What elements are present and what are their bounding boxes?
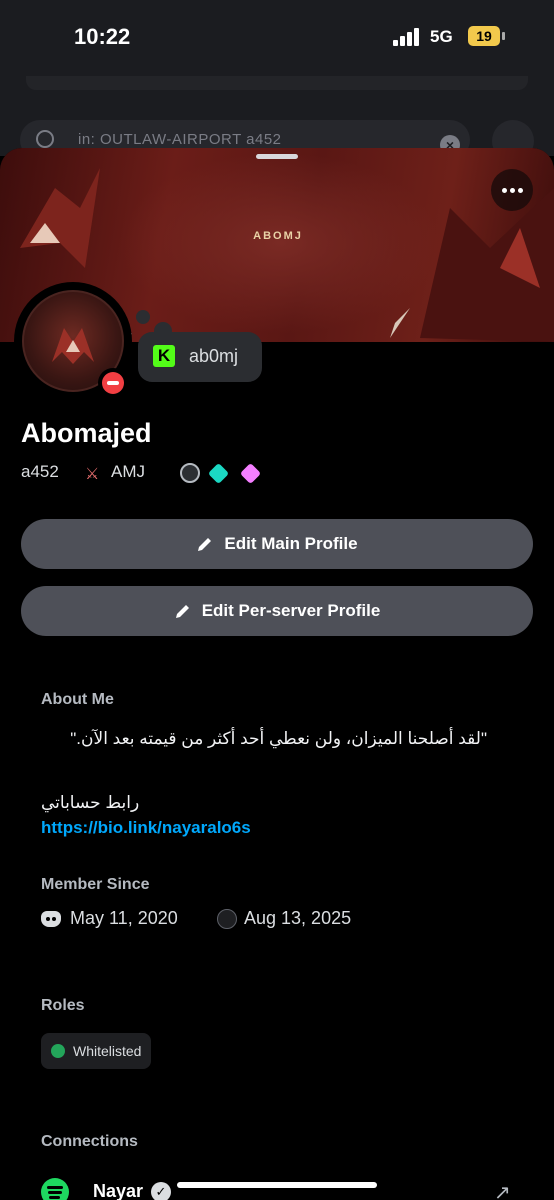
status-bar: 10:22 5G 19 bbox=[0, 0, 554, 76]
external-link-icon[interactable]: ↗ bbox=[494, 1180, 511, 1200]
username: a452 bbox=[21, 462, 59, 481]
nitro-icon[interactable] bbox=[180, 463, 200, 483]
spotify-icon bbox=[41, 1178, 69, 1200]
connection-name: Nayar bbox=[93, 1181, 144, 1200]
member-since-heading: Member Since bbox=[41, 876, 150, 893]
verified-icon: ✓ bbox=[151, 1182, 171, 1200]
edit-server-profile-label: Edit Per-server Profile bbox=[201, 601, 381, 620]
signal-icon bbox=[393, 28, 423, 46]
role-color-dot bbox=[51, 1044, 65, 1058]
status-bubble-tail bbox=[136, 310, 150, 324]
network-type: 5G bbox=[430, 27, 453, 46]
display-name: Abomajed bbox=[21, 418, 152, 448]
banner-logo: ABOMJ bbox=[253, 230, 303, 242]
background-screen: in: OUTLAW-AIRPORT a452 bbox=[0, 76, 554, 160]
boost-icon[interactable] bbox=[207, 462, 230, 485]
connections-heading: Connections bbox=[41, 1133, 138, 1150]
pencil-icon bbox=[175, 605, 189, 618]
profile-sheet: ABOMJ K ab0mj Abomajed a452 ⚔ AMJ Edit M… bbox=[0, 148, 554, 1200]
server-tag[interactable]: AMJ bbox=[111, 462, 145, 482]
about-me-subtitle: رابط حساباتي bbox=[41, 793, 140, 812]
search-query: in: OUTLAW-AIRPORT a452 bbox=[78, 131, 282, 148]
about-me-quote: "لقد أصلحنا الميزان، ولن نعطي أحد أكثر م… bbox=[70, 729, 487, 748]
edit-main-profile-button[interactable]: Edit Main Profile bbox=[21, 519, 533, 569]
discord-icon bbox=[41, 911, 61, 927]
more-options-button[interactable] bbox=[491, 169, 533, 211]
about-me-heading: About Me bbox=[41, 691, 114, 708]
edit-server-profile-button[interactable]: Edit Per-server Profile bbox=[21, 586, 533, 636]
clock: 10:22 bbox=[74, 24, 131, 49]
custom-status-text: ab0mj bbox=[189, 346, 239, 366]
discord-join-date: May 11, 2020 bbox=[70, 908, 178, 928]
battery-icon: 19 bbox=[468, 26, 505, 46]
custom-status-bubble[interactable]: K ab0mj bbox=[138, 332, 262, 382]
sheet-handle[interactable] bbox=[256, 154, 298, 159]
server-join-date: Aug 13, 2025 bbox=[244, 908, 352, 928]
background-panel bbox=[26, 76, 528, 90]
sword-icon: ⚔ bbox=[85, 466, 100, 483]
kick-icon: K bbox=[153, 345, 175, 367]
role-name: Whitelisted bbox=[73, 1043, 142, 1059]
edit-main-profile-label: Edit Main Profile bbox=[224, 534, 358, 553]
server-icon bbox=[217, 909, 237, 929]
dnd-status-icon bbox=[98, 368, 128, 398]
roles-heading: Roles bbox=[41, 997, 85, 1014]
about-me-link[interactable]: https://bio.link/nayaralo6s bbox=[41, 818, 251, 838]
search-icon bbox=[36, 130, 54, 148]
role-pill[interactable]: Whitelisted bbox=[41, 1033, 152, 1069]
pencil-icon bbox=[198, 538, 212, 551]
gem-icon[interactable] bbox=[239, 462, 262, 485]
home-indicator[interactable] bbox=[177, 1182, 377, 1188]
